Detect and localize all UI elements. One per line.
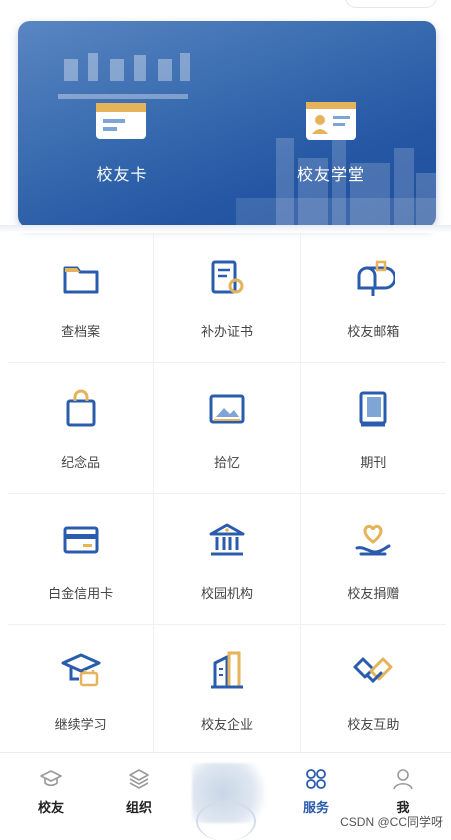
tab-organization[interactable]: 组织 bbox=[109, 767, 169, 816]
service-certificate-reissue[interactable]: 补办证书 bbox=[154, 232, 301, 362]
service-continuing-education[interactable]: 继续学习 bbox=[8, 625, 155, 755]
services-row: 查档案 补办证书 校友邮箱 bbox=[8, 232, 446, 363]
picture-icon bbox=[209, 394, 245, 424]
alumni-card-label: 校友卡 bbox=[96, 165, 148, 184]
layers-icon bbox=[129, 769, 149, 789]
service-alumni-enterprises[interactable]: 校友企业 bbox=[154, 625, 301, 755]
tab-label: 组织 bbox=[125, 801, 152, 816]
service-label: 拾忆 bbox=[213, 456, 240, 471]
top-capsule[interactable] bbox=[345, 0, 437, 8]
services-row: 白金信用卡 校园机构 校友捐赠 bbox=[8, 494, 446, 625]
institution-icon bbox=[209, 523, 245, 556]
service-label: 补办证书 bbox=[200, 325, 253, 340]
alumni-academy-label: 校友学堂 bbox=[296, 165, 365, 184]
service-campus-institutions[interactable]: 校园机构 bbox=[154, 494, 301, 624]
mortarboard-icon bbox=[40, 770, 62, 787]
services-grid: 查档案 补办证书 校友邮箱 纪念品 拾忆 期刊 白金信用卡 校园机构 校友捐赠 … bbox=[8, 232, 446, 756]
tab-alumni[interactable]: 校友 bbox=[21, 767, 81, 816]
certificate-icon bbox=[211, 260, 244, 294]
service-alumni-mailbox[interactable]: 校友邮箱 bbox=[301, 232, 446, 362]
service-memories[interactable]: 拾忆 bbox=[154, 363, 301, 493]
service-platinum-credit-card[interactable]: 白金信用卡 bbox=[8, 494, 155, 624]
service-label: 校园机构 bbox=[200, 587, 253, 602]
grid-icon bbox=[306, 769, 326, 789]
service-souvenirs[interactable]: 纪念品 bbox=[8, 363, 155, 493]
alumni-card-button[interactable]: 校友卡 bbox=[62, 99, 182, 185]
center-logo-arc bbox=[196, 801, 256, 840]
service-label: 继续学习 bbox=[54, 718, 107, 733]
service-archive-query[interactable]: 查档案 bbox=[8, 232, 155, 362]
tab-services[interactable]: 服务 bbox=[286, 767, 346, 816]
service-label: 校友邮箱 bbox=[347, 325, 400, 340]
folder-icon bbox=[63, 266, 99, 294]
service-label: 校友企业 bbox=[200, 718, 253, 733]
building-icon bbox=[210, 651, 243, 689]
service-journals[interactable]: 期刊 bbox=[301, 363, 446, 493]
service-label: 期刊 bbox=[360, 456, 387, 471]
alumni-academy-button[interactable]: 校友学堂 bbox=[271, 99, 391, 185]
credit-card-icon bbox=[63, 526, 99, 554]
handshake-icon bbox=[353, 657, 393, 684]
service-label: 校友互助 bbox=[347, 718, 400, 733]
tab-label: 校友 bbox=[37, 801, 64, 816]
service-alumni-donation[interactable]: 校友捐赠 bbox=[301, 494, 446, 624]
service-label: 校友捐赠 bbox=[347, 587, 400, 602]
mailbox-icon bbox=[357, 260, 396, 296]
donation-heart-icon bbox=[355, 524, 391, 556]
card-icon bbox=[96, 103, 146, 139]
service-label: 纪念品 bbox=[61, 456, 101, 471]
service-label: 查档案 bbox=[61, 325, 101, 340]
tab-label: 服务 bbox=[302, 801, 329, 816]
services-row: 纪念品 拾忆 期刊 bbox=[8, 363, 446, 494]
watermark-text: CSDN @CC同学呀 bbox=[340, 815, 443, 829]
service-alumni-mutual-aid[interactable]: 校友互助 bbox=[301, 625, 446, 755]
journal-icon bbox=[359, 391, 387, 427]
id-card-icon bbox=[306, 102, 356, 140]
graduation-cap-icon bbox=[61, 653, 101, 687]
shopping-bag-icon bbox=[66, 389, 96, 427]
services-row: 继续学习 校友企业 校友互助 bbox=[8, 625, 446, 756]
user-icon bbox=[393, 769, 413, 790]
tab-me[interactable]: 我 bbox=[373, 767, 433, 816]
service-label: 白金信用卡 bbox=[48, 587, 114, 602]
alumni-banner: 校友卡 校友学堂 bbox=[18, 21, 436, 228]
